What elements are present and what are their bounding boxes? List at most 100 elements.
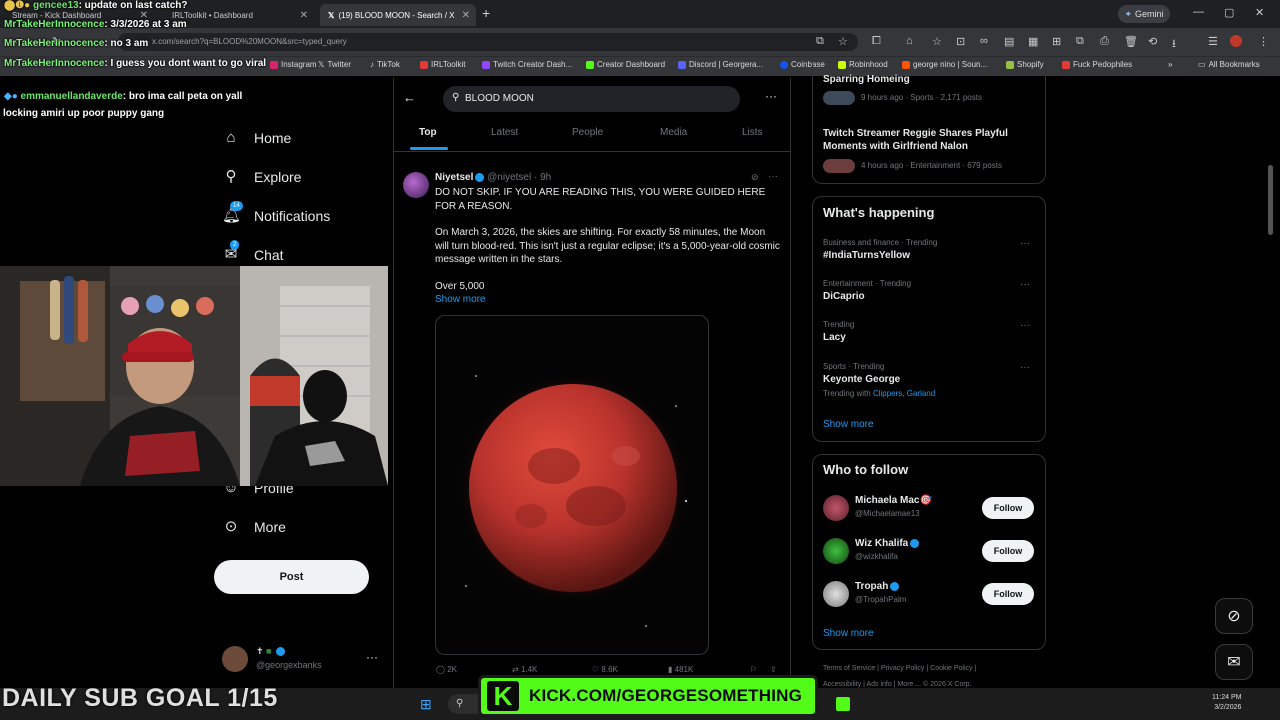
trend-more-icon[interactable]: ···: [1020, 279, 1030, 290]
tab-top[interactable]: Top: [419, 127, 437, 138]
trend-item[interactable]: Lacy: [823, 332, 846, 343]
follow-name[interactable]: Michaela Mac🎯: [855, 495, 932, 506]
follow-button[interactable]: Follow: [982, 540, 1034, 562]
close-icon[interactable]: ✕: [300, 10, 308, 21]
bookmarks-overflow-icon[interactable]: »: [1168, 60, 1172, 69]
windows-start-icon[interactable]: ⊞: [420, 696, 432, 713]
more-options-icon[interactable]: ···: [765, 89, 777, 103]
follow-name[interactable]: Tropah: [855, 581, 888, 592]
extension-icon[interactable]: ∞: [980, 35, 988, 47]
history-icon[interactable]: ⟲: [1148, 35, 1157, 48]
extension-icon[interactable]: ▦: [1028, 35, 1038, 48]
avatar[interactable]: [823, 495, 849, 521]
news-title[interactable]: Twitch Streamer Reggie Shares Playful Mo…: [823, 127, 1038, 153]
follow-name[interactable]: Wiz Khalifa: [855, 538, 908, 549]
post-button[interactable]: Post: [214, 560, 369, 594]
trend-more-icon[interactable]: ···: [1020, 320, 1030, 331]
extension-icon[interactable]: ⌂: [906, 35, 913, 47]
avatar[interactable]: [222, 646, 248, 672]
bookmark-fuck-pedophiles[interactable]: Fuck Pedophiles: [1062, 60, 1132, 69]
nav-explore[interactable]: ⚲ Explore: [222, 168, 302, 186]
footer-link[interactable]: Ads info: [866, 681, 891, 688]
scrollbar-thumb[interactable]: [1268, 165, 1273, 235]
avatar[interactable]: [823, 538, 849, 564]
bookmark-irltoolkit[interactable]: IRLToolkit: [420, 60, 466, 69]
bookmark-tiktok[interactable]: ♪ TikTok: [370, 60, 400, 69]
nav-more[interactable]: ⊙ More: [222, 518, 286, 536]
tab-latest[interactable]: Latest: [491, 127, 518, 138]
back-arrow-icon[interactable]: ←: [403, 90, 416, 105]
url-bar[interactable]: x.com/search?q=BLOOD%20MOON&src=typed_qu…: [118, 33, 858, 51]
footer-link[interactable]: More ...: [897, 681, 921, 688]
bookmark-icon[interactable]: ⚐: [750, 665, 757, 674]
trend-more-icon[interactable]: ···: [1020, 238, 1030, 249]
tweet-timestamp[interactable]: 9h: [540, 172, 551, 183]
share-icon[interactable]: ⇪: [770, 665, 777, 674]
repost-button[interactable]: ⇄ 1.4K: [512, 665, 537, 674]
avatar[interactable]: [823, 581, 849, 607]
nav-chat[interactable]: ✉ 2 Chat: [222, 240, 284, 264]
extension-icon[interactable]: ▤: [1004, 35, 1014, 48]
extension-icon[interactable]: ⊡: [956, 35, 965, 48]
show-more-link[interactable]: Show more: [435, 293, 780, 307]
nav-notifications[interactable]: 🔔︎ 14 Notifications: [222, 201, 330, 225]
trend-item[interactable]: #IndiaTurnsYellow: [823, 250, 910, 261]
trend-item[interactable]: DiCaprio: [823, 291, 865, 302]
trend-more-icon[interactable]: ···: [1020, 362, 1030, 373]
account-menu-icon[interactable]: ···: [366, 650, 378, 664]
install-app-icon[interactable]: ⧉: [816, 35, 824, 48]
new-tab-button[interactable]: +: [482, 5, 490, 21]
trend-item[interactable]: Keyonte George: [823, 374, 900, 385]
extension-icon[interactable]: ⧉: [1076, 35, 1084, 48]
extension-icon[interactable]: ☆: [932, 35, 942, 48]
search-input[interactable]: ⚲ BLOOD MOON: [443, 86, 740, 112]
nav-home[interactable]: ⌂ Home: [222, 129, 291, 147]
extension-icon[interactable]: ⧠: [872, 35, 881, 48]
reply-button[interactable]: ◯ 2K: [436, 665, 457, 674]
tweet-image[interactable]: [435, 315, 709, 655]
views-button[interactable]: ▮ 481K: [668, 665, 693, 674]
show-more-trends[interactable]: Show more: [823, 419, 874, 430]
footer-link[interactable]: Cookie Policy: [930, 665, 972, 672]
bookmark-instagram[interactable]: Instagram: [270, 60, 317, 69]
grok-icon[interactable]: ⊘: [751, 172, 759, 183]
footer-link[interactable]: Privacy Policy: [881, 665, 925, 672]
messages-button[interactable]: ✉: [1215, 644, 1253, 680]
print-icon[interactable]: ⎙: [1100, 35, 1109, 48]
grok-button[interactable]: ⊘: [1215, 598, 1253, 634]
footer-link[interactable]: Terms of Service: [823, 665, 875, 672]
gemini-button[interactable]: ✦ Gemini: [1118, 5, 1170, 23]
bookmark-discord[interactable]: Discord | Georgera...: [678, 60, 763, 69]
download-icon[interactable]: ⭳: [1172, 35, 1176, 54]
tab-lists[interactable]: Lists: [742, 127, 763, 138]
show-more-follows[interactable]: Show more: [823, 628, 874, 639]
close-icon[interactable]: ✕: [462, 10, 470, 21]
tweet-avatar[interactable]: [403, 172, 429, 198]
bookmark-twitter[interactable]: 𝕏 Twitter: [318, 60, 351, 69]
bookmark-star-icon[interactable]: ☆: [838, 35, 848, 48]
window-close-icon[interactable]: ✕: [1255, 6, 1264, 19]
maximize-icon[interactable]: ▢: [1224, 6, 1234, 19]
news-title[interactable]: Sparring Homeing: [823, 74, 910, 85]
like-button[interactable]: ♡ 8.6K: [592, 665, 618, 674]
tab-blood-moon[interactable]: 𝕏 (19) BLOOD MOON - Search / X ✕: [320, 4, 476, 26]
trend-related-links[interactable]: Clippers, Garland: [873, 389, 935, 398]
footer-link[interactable]: Accessibility: [823, 681, 861, 688]
tab-people[interactable]: People: [572, 127, 603, 138]
all-bookmarks[interactable]: ▭ All Bookmarks: [1198, 60, 1260, 69]
minimize-icon[interactable]: —: [1193, 6, 1204, 18]
follow-button[interactable]: Follow: [982, 497, 1034, 519]
profile-avatar-icon[interactable]: [1230, 35, 1242, 47]
tweet-author-name[interactable]: Niyetsel: [435, 172, 473, 183]
follow-button[interactable]: Follow: [982, 583, 1034, 605]
bookmark-creator-dashboard[interactable]: Creator Dashboard: [586, 60, 665, 69]
tab-media[interactable]: Media: [660, 127, 687, 138]
kebab-menu-icon[interactable]: ⋮: [1258, 35, 1269, 48]
tweet-author-handle[interactable]: @niyetsel: [487, 172, 531, 183]
tweet-more-icon[interactable]: ···: [768, 171, 778, 182]
menu-list-icon[interactable]: ☰: [1208, 35, 1218, 48]
bookmark-twitch[interactable]: Twitch Creator Dash...: [482, 60, 572, 69]
trash-icon[interactable]: 🗑: [1124, 35, 1138, 48]
extension-icon[interactable]: ⊞: [1052, 35, 1061, 48]
kick-app-icon[interactable]: [836, 697, 850, 711]
